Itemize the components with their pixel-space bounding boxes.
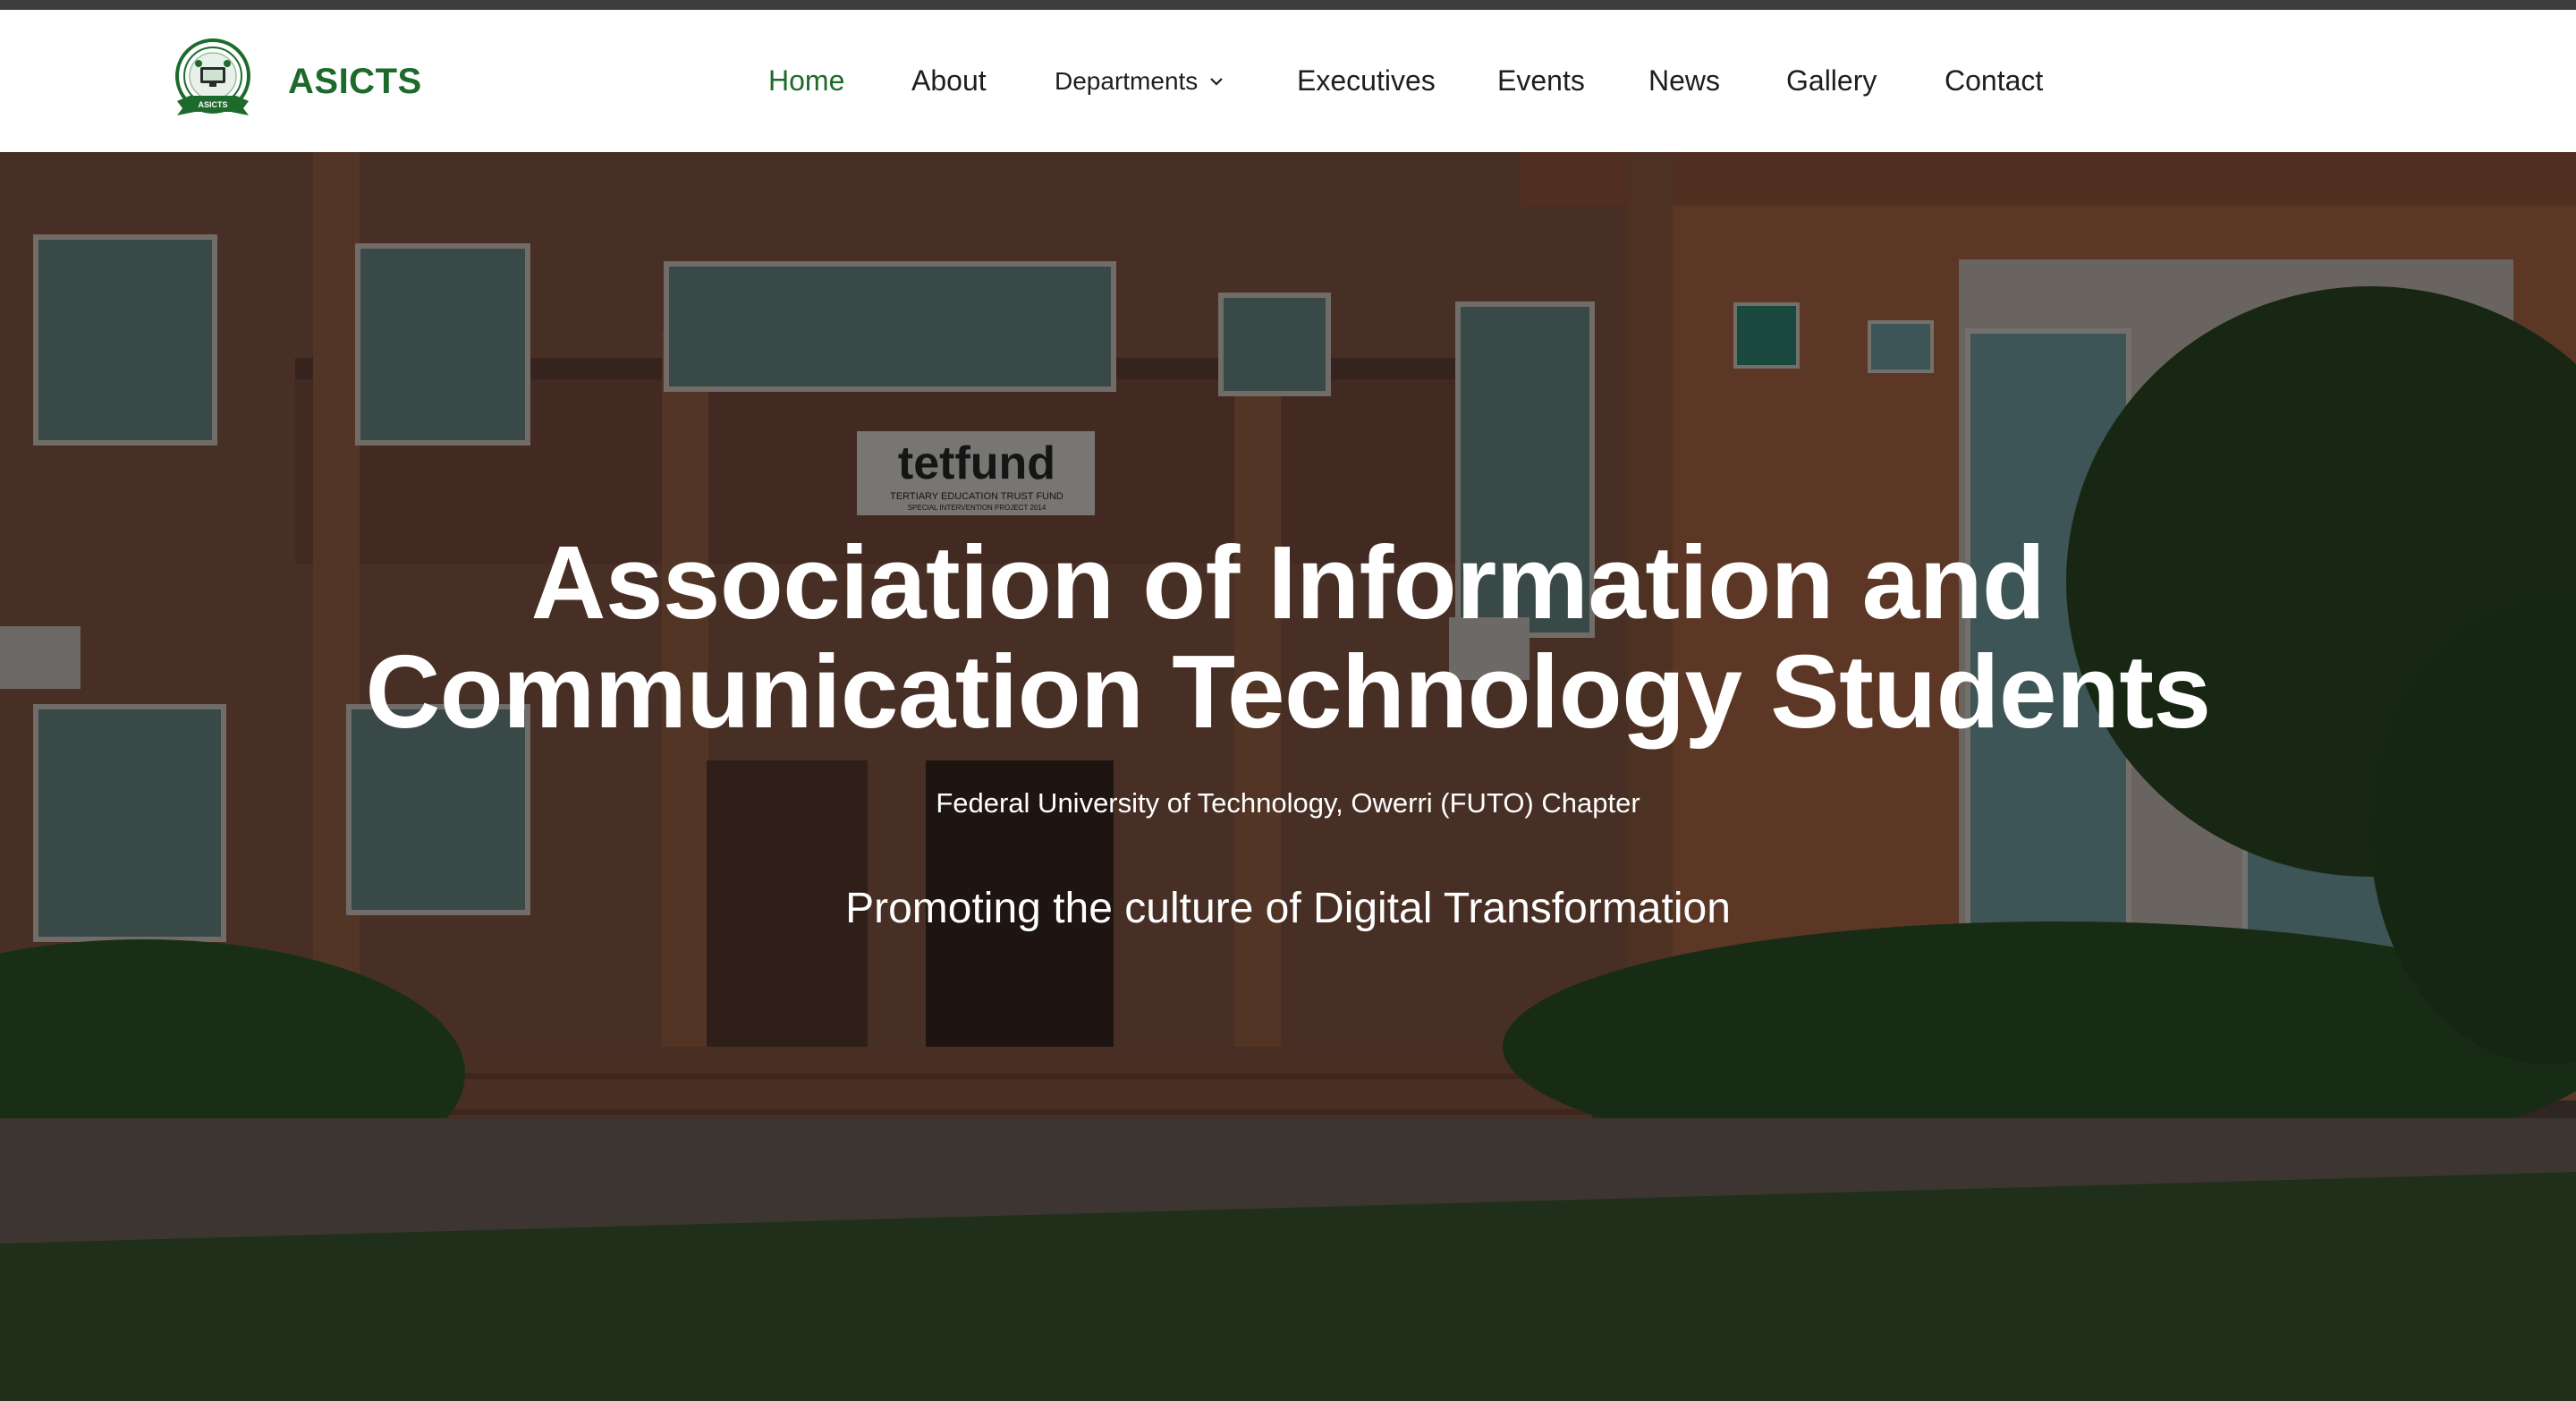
- nav-item-events[interactable]: Events: [1497, 10, 1585, 152]
- nav-item-contact[interactable]: Contact: [1945, 10, 2043, 152]
- nav-item-departments[interactable]: Departments: [1055, 10, 1224, 152]
- hero-subtitle: Federal University of Technology, Owerri…: [936, 787, 1640, 819]
- main-nav: Home About Departments Executives Events…: [0, 10, 2576, 152]
- chevron-down-icon: [1210, 77, 1224, 86]
- nav-item-departments-label: Departments: [1055, 66, 1199, 95]
- nav-item-home[interactable]: Home: [768, 10, 844, 152]
- top-accent-bar: [0, 0, 2576, 10]
- nav-item-executives[interactable]: Executives: [1297, 10, 1436, 152]
- hero-title-line1: Association of Information and: [530, 524, 2046, 641]
- hero-title-line2: Communication Technology Students: [365, 633, 2211, 750]
- nav-item-about[interactable]: About: [911, 10, 987, 152]
- nav-item-news[interactable]: News: [1648, 10, 1720, 152]
- hero-tagline: Promoting the culture of Digital Transfo…: [845, 885, 1731, 932]
- nav-item-gallery[interactable]: Gallery: [1786, 10, 1877, 152]
- hero-section: tetfund TERTIARY EDUCATION TRUST FUND SP…: [0, 152, 2576, 1401]
- hero-title: Association of Information and Communica…: [0, 528, 2576, 746]
- site-header: ASICTS ASICTS Home About Departments Exe…: [0, 10, 2576, 152]
- hero-dark-overlay: [0, 152, 2576, 1401]
